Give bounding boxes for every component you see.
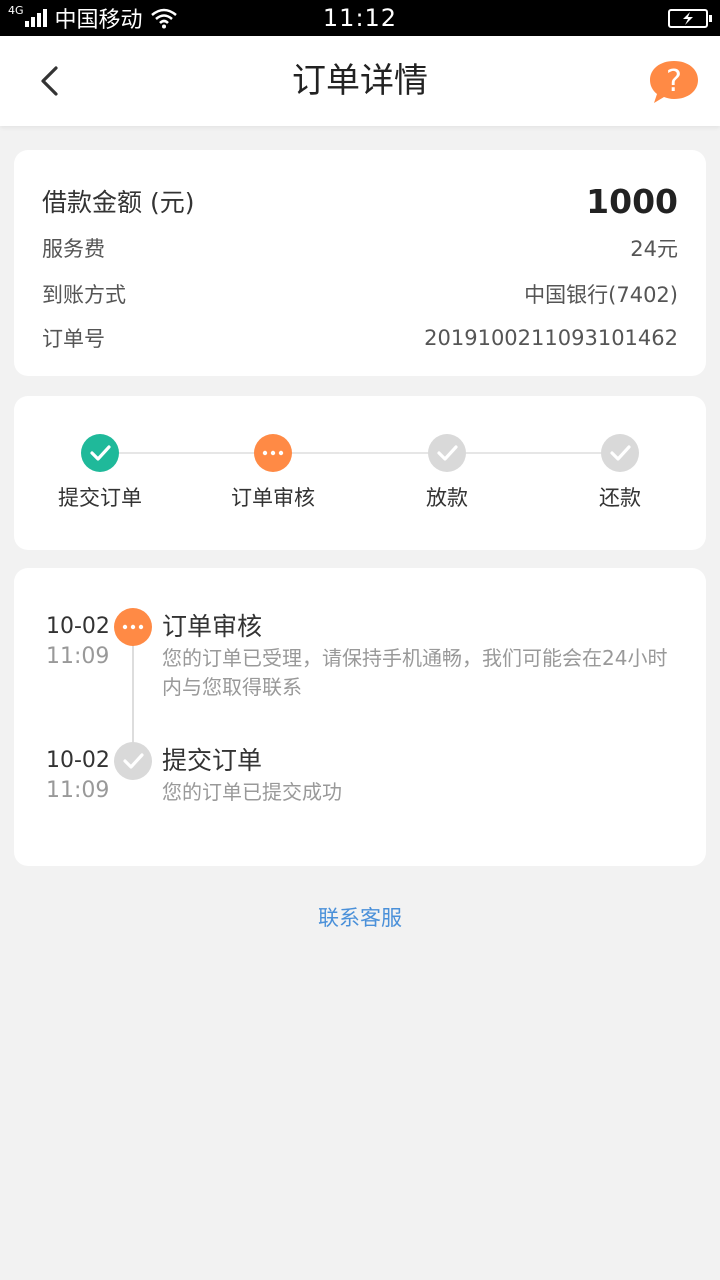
- timeline-date: 10-02: [46, 748, 110, 773]
- step-label: 还款: [599, 486, 641, 510]
- order-number-label: 订单号: [42, 327, 105, 351]
- order-number-row: 订单号 2019100211093101462: [42, 320, 678, 356]
- fee-row: 服务费 24元: [42, 230, 678, 266]
- ellipsis-icon: [114, 608, 152, 646]
- check-icon: [81, 434, 119, 472]
- amount-row: 借款金额 (元) 1000: [42, 178, 678, 224]
- amount-value: 1000: [586, 181, 678, 221]
- timeline-date: 10-02: [46, 614, 110, 639]
- nav-bar: 订单详情 ?: [0, 36, 720, 126]
- timeline-title: 提交订单: [162, 746, 263, 775]
- payout-method-value: 中国银行(7402): [524, 283, 678, 307]
- step-order-review: 订单审核: [203, 434, 343, 512]
- fee-value: 24元: [630, 237, 678, 261]
- check-icon: [428, 434, 466, 472]
- step-disbursement: 放款: [377, 434, 517, 512]
- fee-label: 服务费: [42, 237, 105, 261]
- timeline-title: 订单审核: [162, 612, 263, 641]
- status-bar: 4G 中国移动 11:12: [0, 0, 720, 36]
- timeline-time: 11:09: [46, 778, 110, 803]
- help-bubble-icon[interactable]: ?: [648, 58, 700, 106]
- progress-steps-card: 提交订单 订单审核 放款 还款: [14, 396, 706, 550]
- order-timeline-card: 10-02 11:09 订单审核 您的订单已受理，请保持手机通畅，我们可能会在2…: [14, 568, 706, 866]
- check-icon: [114, 742, 152, 780]
- step-submit-order: 提交订单: [30, 434, 170, 512]
- back-arrow-icon[interactable]: [38, 66, 62, 96]
- step-label: 订单审核: [231, 486, 315, 510]
- contact-support-link[interactable]: 联系客服: [0, 898, 720, 938]
- timeline-time: 11:09: [46, 644, 110, 669]
- order-number-value: 2019100211093101462: [424, 326, 678, 350]
- step-label: 放款: [426, 486, 468, 510]
- timeline-description: 您的订单已受理，请保持手机通畅，我们可能会在24小时内与您取得联系: [162, 646, 668, 699]
- amount-label: 借款金额 (元): [42, 188, 195, 217]
- order-info-card: 借款金额 (元) 1000 服务费 24元 到账方式 中国银行(7402) 订单…: [14, 150, 706, 376]
- step-repayment: 还款: [550, 434, 690, 512]
- payout-method-label: 到账方式: [42, 283, 126, 307]
- check-icon: [601, 434, 639, 472]
- help-symbol: ?: [666, 64, 682, 99]
- payout-method-row: 到账方式 中国银行(7402): [42, 276, 678, 312]
- page-title: 订单详情: [292, 61, 428, 101]
- clock: 11:12: [322, 4, 398, 32]
- steps-connector-line: [100, 452, 620, 454]
- step-label: 提交订单: [58, 486, 142, 510]
- ellipsis-icon: [254, 434, 292, 472]
- battery-icon: [668, 9, 712, 28]
- timeline-description: 您的订单已提交成功: [162, 780, 342, 804]
